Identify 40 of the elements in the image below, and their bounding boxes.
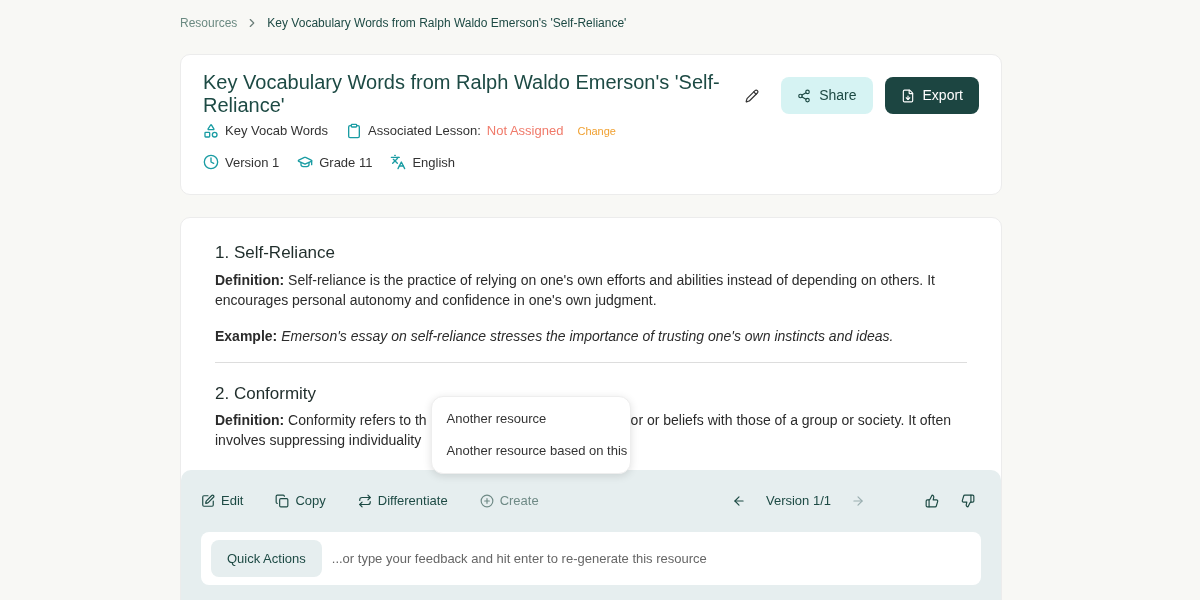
edit-title-icon[interactable] <box>745 89 760 103</box>
definition-text: Definition: Conformity refers to th <box>215 411 427 430</box>
term-heading: 2. Conformity <box>215 382 318 405</box>
breadcrumb-link[interactable]: Resources <box>180 14 238 32</box>
language-text: English <box>412 153 456 172</box>
term-heading: 1. Self-Reliance <box>215 242 336 264</box>
copy-icon <box>275 494 290 508</box>
previous-arrow-icon[interactable] <box>731 494 746 508</box>
thumbs-up-icon[interactable] <box>925 494 939 508</box>
menu-item[interactable]: Another resource <box>431 403 630 435</box>
file-icon <box>900 88 915 103</box>
lesson-label: Associated Lesson: <box>368 122 481 140</box>
resource-type: Key Vocab Words <box>225 122 329 140</box>
definition-text: involves suppressing individuality <box>215 431 423 450</box>
grade-text: Grade 11 <box>319 153 373 172</box>
toolbar-button[interactable]: Differentiate <box>357 491 448 511</box>
feedback-field[interactable]: Quick Actions ...or type your feedback and hit enter to re-generate this resource <box>201 532 981 585</box>
export-button[interactable]: Export <box>884 77 979 114</box>
version-label: Version 1/1 <box>765 492 831 511</box>
toolbar-button[interactable]: Edit <box>201 491 244 511</box>
arrows-icon <box>357 494 372 508</box>
definition-text: Definition: Self-reliance is the practice of relying on one's own efforts and abilities instead of depending on others. It encourages personal autonomy and confidence in one's own judgment. <box>215 270 936 310</box>
clock-icon <box>203 154 219 171</box>
thumbs-down-icon[interactable] <box>961 494 975 508</box>
quick-actions-button[interactable]: Quick Actions <box>211 540 322 577</box>
resource-title: Key Vocabulary Words from Ralph Waldo Emerson's 'Self-Reliance' <box>203 71 721 117</box>
translate-icon <box>390 154 407 171</box>
lesson-value: Not Assigned <box>486 122 564 140</box>
share-icon <box>797 88 812 103</box>
edit-icon <box>201 494 215 508</box>
example-text: Example: Emerson's essay on self-reliance stresses the importance of trusting one's own instincts and ideas. <box>215 326 895 346</box>
menu-item[interactable]: Another resource based on this <box>431 435 630 467</box>
clipboard-icon <box>346 122 363 139</box>
definition-text: or or beliefs with those of a group or society. It often <box>630 411 951 430</box>
share-button[interactable]: Share <box>781 77 873 114</box>
toolbar-button[interactable]: Copy <box>275 491 326 511</box>
version-text: Version 1 <box>225 153 280 172</box>
breadcrumb-link[interactable]: Key Vocabulary Words from Ralph Waldo Emerson's 'Self-Reliance' <box>267 14 627 32</box>
shapes-icon <box>203 122 219 139</box>
plus-circle-icon <box>479 494 494 508</box>
